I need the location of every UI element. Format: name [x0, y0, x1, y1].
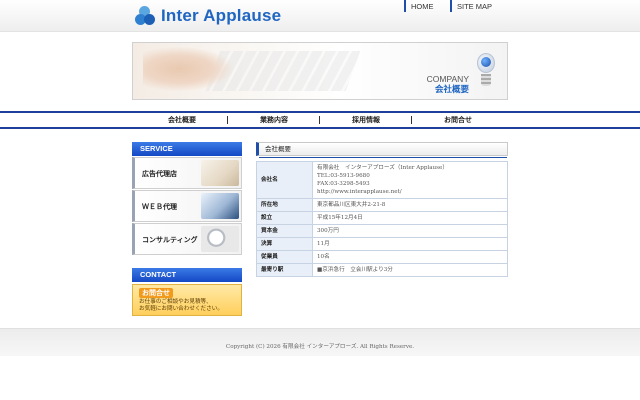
lightbulb-globe-icon [475, 53, 497, 93]
hands-image [143, 47, 233, 91]
nav-item-recruit[interactable]: 採用情報 [320, 113, 412, 127]
service-list: 広告代理店 ＷＥＢ代理 コンサルティング [132, 157, 242, 256]
row-label: 所在地 [256, 198, 313, 212]
banner-title-en: COMPANY [426, 74, 469, 84]
contact-heading: CONTACT [132, 268, 242, 282]
service-item-label: コンサルティング [142, 236, 198, 244]
table-row: 最寄り駅 ■京浜急行 立会川駅より3分 [256, 263, 508, 277]
row-value: 有限会社 インターアプローズ（Inter Applause） TEL:03-59… [312, 161, 508, 199]
nav-item-contact[interactable]: お問合せ [412, 113, 504, 127]
row-label: 資本金 [256, 224, 313, 238]
contact-text-line: お気軽にお問い合わせください。 [139, 306, 223, 312]
footer: Copyright (C) 2026 有限会社 インターアプローズ. All R… [0, 328, 640, 356]
computer-icon [201, 193, 239, 219]
banner-title-jp: 会社概要 [434, 85, 469, 95]
content-heading: 会社概要 [256, 142, 508, 158]
company-tel: TEL:03-5913-9680 [317, 173, 370, 179]
contact-banner-title: お問合せ [139, 288, 173, 298]
table-row: 資本金 300万円 [256, 224, 508, 238]
row-label: 従業員 [256, 250, 313, 264]
banner-title: COMPANY 会社概要 [427, 74, 469, 96]
top-links: HOME SITE MAP [404, 0, 496, 14]
row-label: 設立 [256, 211, 313, 225]
magnifier-icon [201, 226, 239, 252]
row-value: 11月 [312, 237, 508, 251]
row-label: 会社名 [256, 161, 313, 199]
contact-text-line: お仕事のご相談やお見積等、 [139, 299, 212, 305]
company-name: 有限会社 インターアプローズ（Inter Applause） [317, 165, 448, 171]
nav-item-services[interactable]: 業務内容 [228, 113, 320, 127]
global-nav: 会社概要 業務内容 採用情報 お問合せ [0, 111, 640, 129]
row-value: 東京都品川区東大井2-21-8 [312, 198, 508, 212]
service-item-web[interactable]: ＷＥＢ代理 [132, 190, 242, 222]
table-row: 従業員 10名 [256, 250, 508, 264]
row-label: 最寄り駅 [256, 263, 313, 277]
home-link[interactable]: HOME [404, 0, 450, 12]
header [0, 0, 640, 32]
sitemap-link[interactable]: SITE MAP [450, 0, 496, 12]
table-row: 会社名 有限会社 インターアプローズ（Inter Applause） TEL:0… [256, 161, 508, 199]
row-value: 300万円 [312, 224, 508, 238]
table-row: 設立 平成15年12月4日 [256, 211, 508, 225]
site-logo[interactable]: Inter Applause [135, 5, 281, 27]
contact-banner[interactable]: お問合せ お仕事のご相談やお見積等、 お気軽にお問い合わせください。 [132, 284, 242, 316]
copyright-text: Copyright (C) 2026 有限会社 インターアプローズ. All R… [225, 344, 415, 350]
company-url[interactable]: http://www.interapplause.net/ [317, 188, 503, 196]
service-heading: SERVICE [132, 142, 242, 156]
logo-text: Inter Applause [161, 6, 282, 25]
logo-circles-icon [135, 6, 155, 26]
service-item-label: ＷＥＢ代理 [142, 203, 177, 211]
row-value: 平成15年12月4日 [312, 211, 508, 225]
service-item-consulting[interactable]: コンサルティング [132, 223, 242, 255]
contact-banner-text: お仕事のご相談やお見積等、 お気軽にお問い合わせください。 [139, 299, 223, 313]
company-fax: FAX:03-3298-5493 [317, 181, 370, 187]
table-row: 所在地 東京都品川区東大井2-21-8 [256, 198, 508, 212]
document-pen-icon [201, 160, 239, 186]
table-row: 決算 11月 [256, 237, 508, 251]
row-value: 10名 [312, 250, 508, 264]
row-value: ■京浜急行 立会川駅より3分 [312, 263, 508, 277]
service-item-label: 広告代理店 [142, 170, 177, 178]
service-item-advertising[interactable]: 広告代理店 [132, 157, 242, 189]
company-banner: COMPANY 会社概要 [132, 42, 508, 100]
row-label: 決算 [256, 237, 313, 251]
nav-item-company[interactable]: 会社概要 [136, 113, 228, 127]
company-info-table: 会社名 有限会社 インターアプローズ（Inter Applause） TEL:0… [256, 161, 508, 277]
